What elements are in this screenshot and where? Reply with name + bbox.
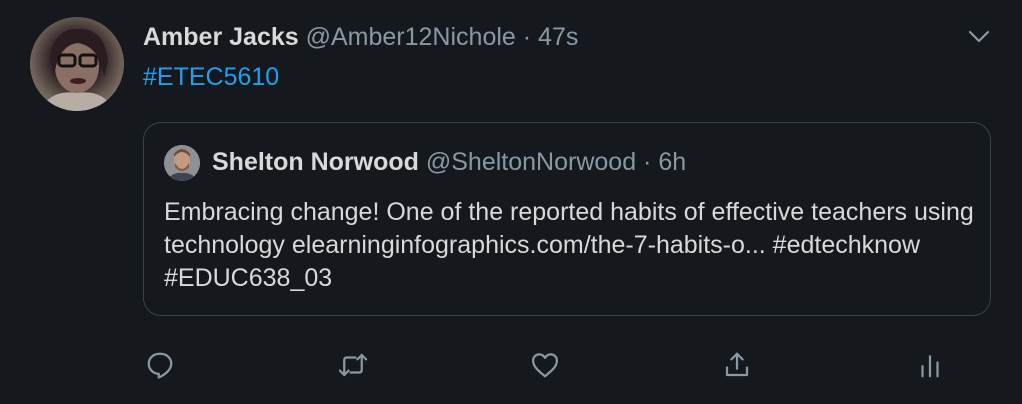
share-icon[interactable]	[717, 345, 757, 385]
reply-icon[interactable]	[140, 345, 180, 385]
quoted-author-handle[interactable]: @SheltonNorwood	[426, 148, 636, 176]
quoted-author-name[interactable]: Shelton Norwood	[212, 148, 419, 176]
separator: ·	[643, 148, 652, 176]
chevron-down-icon[interactable]	[966, 24, 992, 50]
author-name[interactable]: Amber Jacks	[143, 23, 299, 51]
quoted-time[interactable]: 6h	[658, 148, 686, 176]
like-icon[interactable]	[525, 345, 565, 385]
author-avatar[interactable]	[30, 17, 124, 111]
tweet-actions	[0, 345, 1022, 391]
separator: ·	[522, 23, 532, 51]
quoted-text: Embracing change! One of the reported ha…	[164, 198, 974, 292]
tweet-text[interactable]: #ETEC5610	[143, 61, 279, 93]
analytics-icon[interactable]	[910, 345, 950, 385]
quoted-tweet[interactable]: Shelton Norwood @SheltonNorwood · 6h Emb…	[143, 122, 991, 316]
tweet-time[interactable]: 47s	[538, 23, 578, 51]
quoted-header: Shelton Norwood @SheltonNorwood · 6h	[212, 146, 686, 178]
retweet-icon[interactable]	[333, 345, 373, 385]
author-handle[interactable]: @Amber12Nichole	[306, 23, 516, 51]
tweet-header: Amber Jacks @Amber12Nichole · 47s	[143, 22, 578, 52]
quoted-author-avatar[interactable]	[164, 145, 200, 181]
